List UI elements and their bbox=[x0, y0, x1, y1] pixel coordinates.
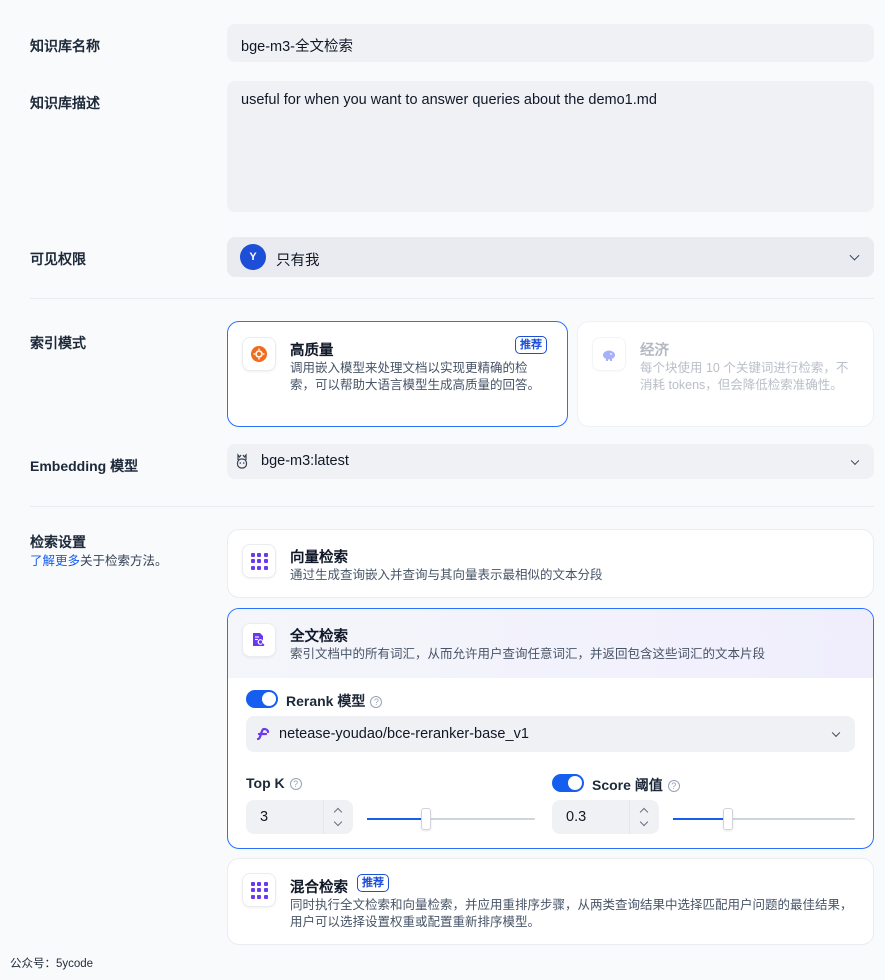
rerank-model-select[interactable]: netease-youdao/bce-reranker-base_v1 bbox=[246, 716, 855, 752]
embedding-model-label: Embedding 模型 bbox=[30, 458, 139, 474]
rerank-toggle[interactable] bbox=[246, 690, 278, 708]
topk-stepper[interactable] bbox=[323, 800, 353, 834]
kb-desc-value: useful for when you want to answer queri… bbox=[241, 92, 657, 108]
topk-slider-thumb[interactable] bbox=[420, 808, 431, 830]
vector-search-desc: 通过生成查询嵌入并查询与其向量表示最相似的文本分段 bbox=[290, 568, 603, 582]
fulltext-search-desc: 索引文档中的所有词汇，从而允许用户查询任意词汇，并返回包含这些词汇的文本片段 bbox=[290, 647, 766, 661]
model-provider-icon bbox=[255, 726, 271, 745]
kb-name-label: 知识库名称 bbox=[30, 38, 100, 54]
embedding-model-value: bge-m3:latest bbox=[261, 453, 349, 469]
score-threshold-slider[interactable] bbox=[673, 808, 855, 830]
topk-label: Top K bbox=[246, 775, 285, 791]
help-icon: ? bbox=[289, 778, 302, 790]
learn-more-link[interactable]: 了解更多 bbox=[30, 554, 80, 568]
embedding-model-select[interactable]: bge-m3:latest bbox=[227, 444, 874, 479]
index-mode-economy[interactable]: 经济 每个块使用 10 个关键词进行检索，不消耗 tokens，但会降低检索准确… bbox=[577, 321, 874, 427]
economy-title: 经济 bbox=[640, 343, 669, 359]
score-label-wrap: Score 阈值? bbox=[592, 775, 680, 795]
score-threshold-toggle[interactable] bbox=[552, 774, 584, 792]
chevron-down-icon bbox=[850, 456, 860, 465]
score-slider-fill bbox=[673, 818, 728, 820]
help-icon: ? bbox=[370, 696, 383, 708]
rerank-label: Rerank 模型 bbox=[286, 693, 366, 709]
kb-name-value: bge-m3-全文检索 bbox=[241, 39, 353, 55]
rerank-label-wrap: Rerank 模型? bbox=[286, 691, 383, 711]
divider bbox=[30, 506, 874, 507]
chevron-up-icon bbox=[639, 807, 649, 817]
divider bbox=[30, 298, 874, 299]
topk-slider[interactable] bbox=[367, 808, 535, 830]
permission-select[interactable]: Y 只有我 bbox=[227, 237, 874, 277]
score-slider-thumb[interactable] bbox=[722, 808, 733, 830]
index-mode-high-quality[interactable]: 高质量 推荐 调用嵌入模型来处理文档以实现更精确的检索，可以帮助大语言模型生成高… bbox=[227, 321, 568, 427]
chevron-down-icon bbox=[831, 728, 841, 738]
vector-search-title: 向量检索 bbox=[290, 550, 348, 566]
score-threshold-value: 0.3 bbox=[566, 809, 587, 825]
high-quality-desc: 调用嵌入模型来处理文档以实现更精确的检索，可以帮助大语言模型生成高质量的回答。 bbox=[290, 361, 541, 392]
topk-input[interactable]: 3 bbox=[246, 800, 353, 834]
vector-search-icon bbox=[242, 544, 276, 578]
topk-slider-fill bbox=[367, 818, 426, 820]
score-stepper[interactable] bbox=[629, 800, 659, 834]
retrieval-settings-label: 检索设置 bbox=[30, 534, 86, 550]
hybrid-search-title: 混合检索 bbox=[290, 880, 348, 896]
chevron-down-icon bbox=[333, 817, 343, 827]
chevron-up-icon bbox=[333, 807, 343, 817]
recommended-badge: 推荐 bbox=[357, 874, 389, 892]
score-threshold-label: Score 阈值 bbox=[592, 777, 663, 793]
watermark-text: 公众号：5ycode bbox=[10, 958, 94, 970]
fulltext-search-title: 全文检索 bbox=[290, 629, 348, 645]
topk-value: 3 bbox=[260, 809, 269, 825]
high-quality-icon bbox=[242, 337, 276, 371]
topk-label-wrap: Top K? bbox=[246, 775, 302, 791]
hybrid-search-icon bbox=[242, 873, 276, 907]
fulltext-search-option[interactable]: 全文检索 索引文档中的所有词汇，从而允许用户查询任意词汇，并返回包含这些词汇的文… bbox=[227, 608, 874, 849]
recommended-badge: 推荐 bbox=[515, 336, 547, 354]
piggy-bank-icon bbox=[592, 337, 626, 371]
hybrid-search-desc: 同时执行全文检索和向量检索，并应用重排序步骤，从两类查询结果中选择匹配用户问题的… bbox=[290, 898, 853, 929]
learn-more-suffix: 关于检索方法。 bbox=[80, 554, 168, 568]
avatar: Y bbox=[240, 244, 266, 270]
chevron-down-icon bbox=[849, 250, 860, 261]
rerank-model-value: netease-youdao/bce-reranker-base_v1 bbox=[279, 726, 529, 742]
fulltext-search-icon bbox=[242, 623, 276, 657]
kb-desc-textarea[interactable]: useful for when you want to answer queri… bbox=[227, 81, 874, 212]
permission-value: 只有我 bbox=[276, 253, 320, 269]
learn-more-text: 了解更多关于检索方法。 bbox=[30, 550, 168, 569]
hybrid-search-option[interactable]: 混合检索 推荐 同时执行全文检索和向量检索，并应用重排序步骤，从两类查询结果中选… bbox=[227, 858, 874, 945]
vector-search-option[interactable]: 向量检索 通过生成查询嵌入并查询与其向量表示最相似的文本分段 bbox=[227, 529, 874, 598]
kb-desc-label: 知识库描述 bbox=[30, 95, 100, 111]
help-icon: ? bbox=[667, 780, 680, 792]
kb-name-input[interactable]: bge-m3-全文检索 bbox=[227, 24, 874, 62]
index-mode-label: 索引模式 bbox=[30, 335, 86, 351]
score-threshold-input[interactable]: 0.3 bbox=[552, 800, 659, 834]
chevron-down-icon bbox=[639, 817, 649, 827]
high-quality-title: 高质量 bbox=[290, 343, 334, 359]
permission-label: 可见权限 bbox=[30, 251, 86, 267]
llama-icon bbox=[235, 453, 249, 473]
economy-desc: 每个块使用 10 个关键词进行检索，不消耗 tokens，但会降低检索准确性。 bbox=[640, 361, 849, 392]
